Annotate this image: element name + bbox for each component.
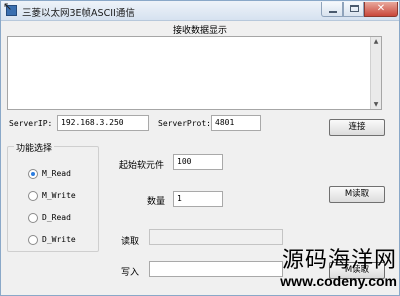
count-input[interactable]: 1	[173, 191, 223, 207]
mouse-cursor-icon: ↖	[3, 0, 13, 13]
close-icon: ✕	[376, 3, 386, 14]
receive-display-label: 接收数据显示	[172, 26, 227, 36]
radio-button-icon[interactable]	[28, 213, 38, 223]
title-bar: ↖ 三菱以太网3E帧ASCII通信 ✕	[1, 0, 399, 21]
read-label: 读取	[121, 237, 140, 247]
start-device-label: 起始软元件	[119, 161, 165, 171]
scroll-down-icon[interactable]: ▼	[371, 101, 381, 108]
start-device-input[interactable]: 100	[173, 154, 223, 170]
watermark-site-name: 源码海洋网	[281, 248, 397, 273]
server-port-input[interactable]: 4801	[211, 115, 261, 131]
minimize-button[interactable]	[321, 2, 343, 17]
read-output-field	[149, 229, 283, 245]
write-input[interactable]	[149, 261, 283, 277]
radio-label: D_Write	[42, 235, 76, 244]
function-select-title: 功能选择	[14, 141, 55, 154]
connect-button[interactable]: 连接	[329, 119, 385, 136]
radio-button-icon[interactable]	[28, 235, 38, 245]
close-button[interactable]: ✕	[364, 2, 398, 17]
radio-label: M_Write	[42, 191, 76, 200]
scroll-up-icon[interactable]: ▲	[371, 38, 381, 45]
vertical-scrollbar[interactable]: ▲ ▼	[370, 37, 381, 109]
app-window: ↖ 三菱以太网3E帧ASCII通信 ✕ 接收数据显示 ▲ ▼ ServerIP:…	[0, 0, 400, 296]
count-label: 数量	[147, 197, 166, 207]
maximize-icon	[350, 5, 359, 12]
radio-button-icon[interactable]	[28, 169, 38, 179]
site-watermark: 源码海洋网 www.codeny.com	[269, 248, 397, 290]
radio-button-icon[interactable]	[28, 191, 38, 201]
m-read-button[interactable]: M读取	[329, 186, 385, 203]
window-title: 三菱以太网3E帧ASCII通信	[22, 8, 135, 19]
receive-display-textbox[interactable]: ▲ ▼	[7, 36, 382, 110]
radio-label: M_Read	[42, 169, 71, 178]
server-ip-label: ServerIP:	[9, 119, 53, 128]
maximize-button[interactable]	[343, 2, 364, 17]
write-label: 写入	[121, 268, 140, 278]
minimize-icon	[329, 11, 337, 13]
watermark-url: www.codeny.com	[280, 273, 397, 289]
server-port-label: ServerProt:	[158, 119, 211, 128]
radio-label: D_Read	[42, 213, 71, 222]
server-ip-input[interactable]: 192.168.3.250	[57, 115, 149, 131]
